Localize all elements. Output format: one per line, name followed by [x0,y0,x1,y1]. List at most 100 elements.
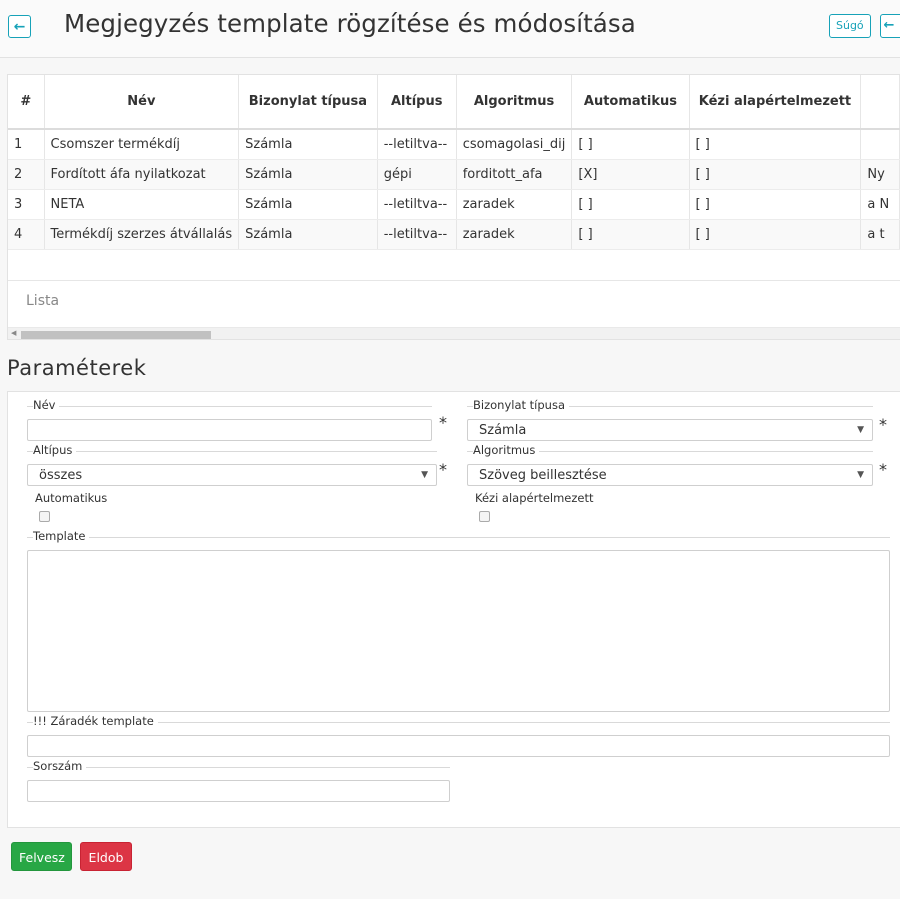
cell-name: NETA [44,189,240,220]
algorithm-fieldset: Algoritmus Szöveg beillesztése ▼ [467,443,873,486]
subtype-fieldset: Altípus összes ▼ [27,443,437,486]
clause-template-textarea[interactable] [27,735,890,757]
algorithm-select[interactable]: Szöveg beillesztése ▼ [467,464,873,486]
doc-type-select[interactable]: Számla ▼ [467,419,873,441]
doc-type-fieldset: Bizonylat típusa Számla ▼ [467,398,873,441]
page-title: Megjegyzés template rögzítése és módosít… [64,9,636,38]
automatic-checkbox[interactable] [39,511,50,522]
cell-automatic: [ ] [571,129,690,160]
column-header-doc-type[interactable]: Bizonylat típusa [238,75,378,130]
cell-manual-default: [ ] [689,189,862,220]
order-input[interactable] [27,780,450,802]
template-list-panel: # Név Bizonylat típusa Altípus Algoritmu… [7,74,900,340]
cell-name: Termékdíj szerzes átvállalás [44,219,240,250]
required-marker: * [439,460,447,479]
name-input[interactable] [27,419,432,441]
divider [27,406,432,407]
add-button[interactable]: Felvesz [11,842,72,871]
required-marker: * [879,460,887,479]
column-header-name[interactable]: Név [44,75,240,130]
cell-algorithm: csomagolasi_dij [456,129,573,160]
table-header-row: # Név Bizonylat típusa Altípus Algoritmu… [8,75,900,130]
template-label: Template [33,529,90,543]
help-button[interactable]: Súgó [829,14,871,38]
cell-subtype: gépi [377,159,457,190]
divider [27,767,450,768]
template-fieldset: Template [27,529,890,712]
cell-automatic: [ ] [571,219,690,250]
cell-automatic: [ ] [571,189,690,220]
doc-type-value: Számla [479,422,527,438]
table-row[interactable]: 4 Termékdíj szerzes átvállalás Számla --… [8,219,900,250]
cell-extra: a t [860,219,900,250]
cell-algorithm: forditott_afa [456,159,573,190]
algorithm-value: Szöveg beillesztése [479,467,607,483]
clause-template-label: !!! Záradék template [33,714,158,728]
page-header: ← Megjegyzés template rögzítése és módos… [0,0,900,58]
scrollbar-thumb[interactable] [21,331,211,339]
cell-doc-type: Számla [238,189,378,220]
column-header-subtype[interactable]: Altípus [377,75,457,130]
table-row[interactable]: 1 Csomszer termékdíj Számla --letiltva--… [8,129,900,160]
required-marker: * [439,413,447,432]
name-fieldset: Név [27,398,432,441]
discard-button[interactable]: Eldob [80,842,132,871]
required-marker: * [879,415,887,434]
divider [27,451,437,452]
cell-doc-type: Számla [238,219,378,250]
algorithm-label: Algoritmus [473,443,540,457]
cell-doc-type: Számla [238,159,378,190]
cell-index: 1 [8,129,45,160]
back-button[interactable]: ← [8,15,31,38]
automatic-label: Automatikus [35,491,108,505]
parameters-heading: Paraméterek [7,356,147,380]
cell-subtype: --letiltva-- [377,129,457,160]
list-footer-label: Lista [26,293,60,309]
scroll-left-icon[interactable]: ◀ [11,329,16,337]
cell-manual-default: [ ] [689,129,862,160]
cell-index: 3 [8,189,45,220]
cell-algorithm: zaradek [456,219,573,250]
secondary-back-button[interactable]: ← [880,14,900,38]
caret-down-icon: ▼ [857,470,864,480]
cell-index: 4 [8,219,45,250]
cell-index: 2 [8,159,45,190]
column-header-algorithm[interactable]: Algoritmus [456,75,573,130]
cell-automatic: [X] [571,159,690,190]
caret-down-icon: ▼ [421,470,428,480]
cell-subtype: --letiltva-- [377,219,457,250]
order-label: Sorszám [33,759,87,773]
subtype-label: Altípus [33,443,77,457]
divider [8,280,900,281]
name-label: Név [33,398,60,412]
cell-doc-type: Számla [238,129,378,160]
template-textarea[interactable] [27,550,890,712]
horizontal-scrollbar[interactable]: ◀ [8,327,900,339]
doc-type-label: Bizonylat típusa [473,398,569,412]
column-header-extra[interactable] [860,75,900,130]
table-row[interactable]: 2 Fordított áfa nyilatkozat Számla gépi … [8,159,900,190]
column-header-automatic[interactable]: Automatikus [571,75,690,130]
template-table: # Név Bizonylat típusa Altípus Algoritmu… [8,75,900,250]
clause-template-fieldset: !!! Záradék template [27,714,890,757]
cell-manual-default: [ ] [689,219,862,250]
cell-extra: a N [860,189,900,220]
column-header-manual-default[interactable]: Kézi alapértelmezett [689,75,862,130]
arrow-left-icon: ← [13,18,26,35]
subtype-value: összes [39,467,83,483]
column-header-index[interactable]: # [8,75,45,130]
cell-name: Csomszer termékdíj [44,129,240,160]
cell-name: Fordított áfa nyilatkozat [44,159,240,190]
divider [27,537,890,538]
subtype-select[interactable]: összes ▼ [27,464,437,486]
cell-algorithm: zaradek [456,189,573,220]
cell-subtype: --letiltva-- [377,189,457,220]
arrow-left-icon: ← [883,18,895,33]
parameters-form: Név * Bizonylat típusa Számla ▼ * Altípu… [7,391,900,828]
caret-down-icon: ▼ [857,425,864,435]
cell-manual-default: [ ] [689,159,862,190]
manual-default-checkbox[interactable] [479,511,490,522]
table-row[interactable]: 3 NETA Számla --letiltva-- zaradek [ ] [… [8,189,900,220]
order-fieldset: Sorszám [27,759,450,802]
manual-default-label: Kézi alapértelmezett [475,491,594,505]
